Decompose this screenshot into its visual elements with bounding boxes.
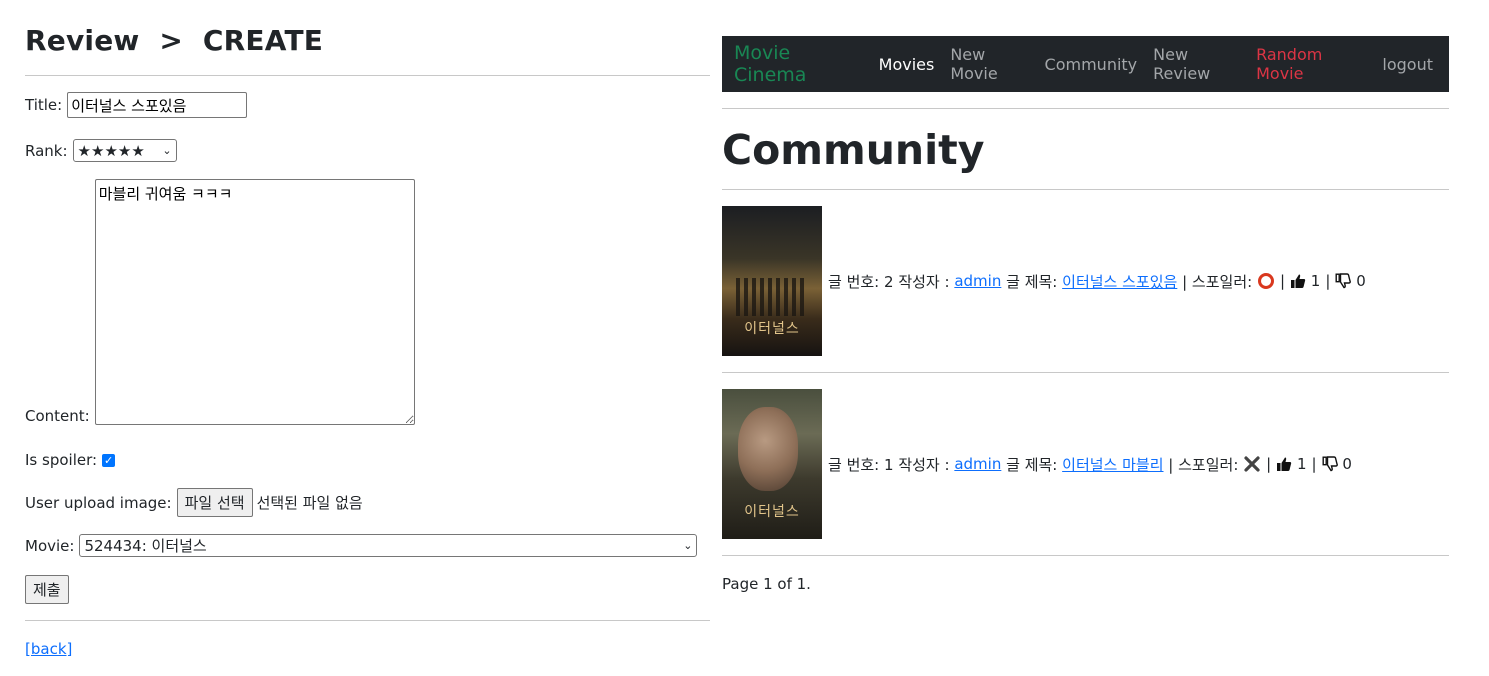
thumbs-down-icon[interactable]	[1322, 456, 1338, 472]
thumbs-up-icon[interactable]	[1290, 273, 1306, 289]
divider	[25, 75, 710, 76]
author-prefix: 작성자 :	[898, 272, 950, 291]
rank-select[interactable]: ★★★★★ ⌄	[72, 139, 177, 162]
divider	[722, 189, 1449, 190]
movie-row: Movie: 524434: 이터널스 ⌄	[25, 534, 698, 557]
content-row: Content: 마블리 귀여움 ㅋㅋㅋ	[25, 179, 415, 425]
nav-new-movie[interactable]: New Movie	[950, 45, 1028, 83]
spoiler-label: Is spoiler:	[25, 451, 98, 469]
author-prefix: 작성자 :	[898, 455, 950, 474]
nav-new-review[interactable]: New Review	[1153, 45, 1240, 83]
spoiler-checkbox[interactable]: ✓	[102, 453, 116, 467]
author-link[interactable]: admin	[954, 455, 1001, 473]
back-row: [back]	[25, 640, 72, 658]
rank-value: ★★★★★	[77, 141, 145, 160]
title-prefix: 글 제목:	[1006, 455, 1058, 474]
rank-row: Rank: ★★★★★ ⌄	[25, 139, 177, 162]
nav-logout[interactable]: logout	[1382, 55, 1433, 74]
thumbs-down-icon[interactable]	[1335, 273, 1352, 289]
movie-poster: 이터널스	[722, 389, 822, 539]
post-number: 글 번호: 1	[828, 455, 894, 474]
pagination: Page 1 of 1.	[722, 575, 811, 593]
divider	[722, 555, 1449, 556]
page-heading: Review > CREATE	[25, 24, 324, 57]
author-link[interactable]: admin	[954, 272, 1001, 290]
brand-link[interactable]: Movie Cinema	[734, 42, 855, 86]
upload-label: User upload image:	[25, 493, 172, 512]
movie-poster: 이터널스	[722, 206, 822, 356]
dislike-count: 0	[1342, 455, 1352, 473]
poster-figures	[736, 278, 808, 316]
post-title-link[interactable]: 이터널스 스포있음	[1062, 271, 1177, 292]
title-label: Title:	[25, 96, 63, 114]
spoiler-label: | 스포일러:	[1182, 272, 1253, 291]
content-label: Content:	[25, 407, 90, 425]
title-input[interactable]	[67, 92, 248, 118]
spoiler-row: Is spoiler: ✓	[25, 451, 116, 469]
navbar: Movie Cinema Movies New Movie Community …	[722, 36, 1449, 92]
post-title-link[interactable]: 이터널스 마블리	[1062, 454, 1163, 475]
poster-title: 이터널스	[744, 504, 800, 520]
submit-row: 제출	[25, 575, 69, 604]
movie-value: 524434: 이터널스	[84, 537, 207, 555]
poster-face	[738, 407, 798, 491]
list-item: 이터널스 글 번호: 1 작성자 : admin 글 제목: 이터널스 마블리 …	[722, 389, 1352, 539]
divider	[722, 108, 1449, 109]
divider	[722, 372, 1449, 373]
x-mark-icon	[1244, 456, 1260, 472]
title-row: Title:	[25, 92, 248, 118]
circle-o-icon	[1257, 273, 1274, 289]
upload-status: 선택된 파일 없음	[256, 494, 363, 512]
rank-label: Rank:	[25, 141, 68, 160]
community-title: Community	[722, 126, 985, 174]
chevron-down-icon: ⌄	[162, 144, 172, 157]
movie-label: Movie:	[25, 536, 75, 555]
like-count: 1	[1310, 272, 1321, 290]
divider	[25, 620, 710, 621]
file-select-button[interactable]: 파일 선택	[176, 488, 253, 517]
nav-community[interactable]: Community	[1045, 55, 1138, 74]
movie-select[interactable]: 524434: 이터널스 ⌄	[79, 534, 698, 557]
thumbs-up-icon[interactable]	[1276, 456, 1292, 472]
chevron-down-icon: ⌄	[683, 539, 693, 552]
dislike-count: 0	[1356, 272, 1366, 290]
like-count: 1	[1297, 455, 1307, 473]
back-link[interactable]: [back]	[25, 640, 72, 658]
nav-random-movie[interactable]: Random Movie	[1256, 45, 1362, 83]
post-number: 글 번호: 2	[828, 272, 894, 291]
upload-row: User upload image: 파일 선택 선택된 파일 없음	[25, 488, 363, 517]
list-item: 이터널스 글 번호: 2 작성자 : admin 글 제목: 이터널스 스포있음…	[722, 206, 1366, 356]
title-prefix: 글 제목:	[1006, 272, 1058, 291]
spoiler-label: | 스포일러:	[1168, 455, 1239, 474]
nav-movies[interactable]: Movies	[879, 55, 935, 74]
poster-title: 이터널스	[744, 321, 800, 337]
content-textarea[interactable]: 마블리 귀여움 ㅋㅋㅋ	[94, 179, 415, 425]
submit-button[interactable]: 제출	[25, 575, 69, 604]
review-create-pane: Review > CREATE Title: Rank: ★★★★★ ⌄ Con…	[0, 0, 712, 676]
